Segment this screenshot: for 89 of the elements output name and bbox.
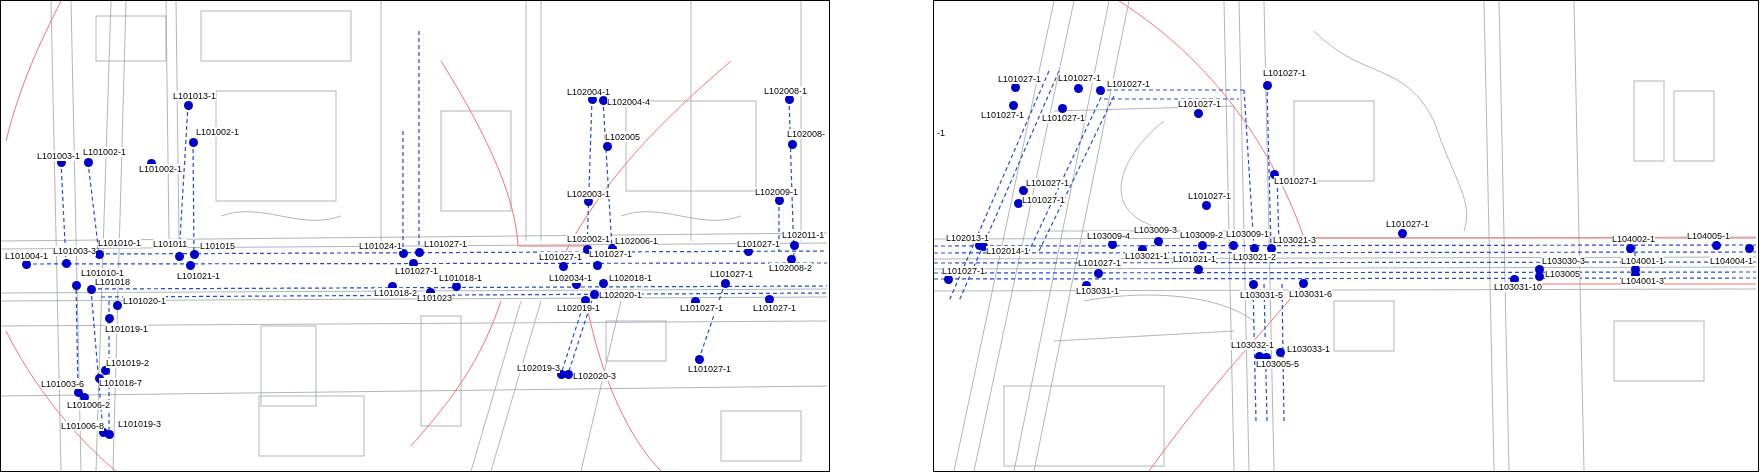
- point-label: L101002-1: [139, 164, 183, 174]
- point-label: L103031-1: [1076, 286, 1120, 296]
- point-label: L101027-1: [424, 239, 468, 249]
- point-label: L101027-1: [1022, 195, 1066, 205]
- point-label: L101027-1: [1274, 176, 1318, 186]
- point-label: L101027-1: [1026, 178, 1070, 188]
- point-label: -1: [937, 128, 945, 138]
- point-label: L101020-1: [123, 296, 167, 306]
- point-label: L101027-1: [1078, 258, 1122, 268]
- point-label: L103005-5: [1256, 359, 1300, 369]
- point-label: L101027-1: [1263, 68, 1307, 78]
- point-label: L103021-2: [1233, 252, 1277, 262]
- point-label: L104002-1: [1612, 234, 1656, 244]
- point-label: L101027-1: [688, 364, 732, 374]
- point-label: L102020-1: [599, 290, 643, 300]
- point-label: L101018-2: [374, 288, 418, 298]
- point-label: L101011: [153, 239, 188, 249]
- point-label: L103005: [1545, 269, 1581, 279]
- point-label: L102008-1: [764, 86, 808, 96]
- point-label: L102005: [605, 132, 641, 142]
- point-label: L101018-1: [439, 273, 483, 283]
- point-label: L101024-1: [359, 241, 403, 251]
- point-label: L101019-2: [106, 358, 150, 368]
- point-label: L103031-10: [1494, 282, 1543, 292]
- point-label: L102004-1: [567, 87, 611, 97]
- point-label: L101023: [417, 293, 453, 303]
- point-label: L103021-3: [1273, 235, 1317, 245]
- point-label: L101019-1: [105, 324, 149, 334]
- point-label: L101018: [95, 277, 131, 287]
- point-label: L102013-1: [946, 233, 990, 243]
- point-label: L101027-1: [589, 249, 633, 259]
- point-label: L103009-3: [1134, 225, 1178, 235]
- point-label: L101003-1: [37, 151, 81, 161]
- point-label: L102011-1: [782, 230, 825, 240]
- point-label: L102004-4: [607, 97, 651, 107]
- point-label: L103009-2: [1180, 230, 1224, 240]
- point-label: L101027-1: [1178, 99, 1222, 109]
- point-label: L104001-1: [1621, 256, 1665, 266]
- point-label: L103021-1: [1125, 251, 1169, 261]
- point-label: L101027-1: [1042, 113, 1086, 123]
- point-label: L101006-2: [67, 400, 111, 410]
- point-label: L101027-1: [395, 266, 439, 276]
- point-label: L101018-7: [99, 378, 143, 388]
- point-label: L101027-1: [1058, 73, 1102, 83]
- point-label: L101010-1: [98, 238, 142, 248]
- point-label: L101004-1: [5, 251, 49, 261]
- point-label: L104001-3: [1621, 276, 1665, 286]
- point-label: L103009-4: [1087, 231, 1131, 241]
- point-label: L101027-1: [998, 74, 1042, 84]
- point-label: L103031-6: [1289, 289, 1333, 299]
- point-label: L102008-2: [769, 263, 813, 273]
- point-label: L102006-1: [615, 236, 659, 246]
- point-label: L101027-1: [942, 266, 986, 276]
- point-label: L104004-1: [1710, 256, 1754, 266]
- point-label: L102008-: [787, 129, 826, 139]
- point-label: L101027-1: [539, 252, 583, 262]
- point-label: L103031-5: [1240, 290, 1284, 300]
- point-label: L101021-1: [177, 271, 221, 281]
- point-label: L104005-1: [1687, 231, 1731, 241]
- point-label: L101002-1: [83, 147, 127, 157]
- point-label: L101027-1: [710, 269, 754, 279]
- point-label: L101027-1: [680, 303, 724, 313]
- point-label: L103033-1: [1287, 344, 1331, 354]
- point-label: L101027-1: [981, 110, 1025, 120]
- point-label: L101013-1: [173, 91, 217, 101]
- point-label: L101027-1: [1107, 79, 1151, 89]
- point-label: L101021-1: [1173, 254, 1217, 264]
- point-label: L103030-3: [1542, 256, 1586, 266]
- point-label: L102002-1: [567, 234, 611, 244]
- point-label: L101006-8: [61, 421, 105, 431]
- point-label: L101019-3: [118, 419, 162, 429]
- point-label: L101027-1: [737, 239, 781, 249]
- point-label: L101015: [200, 241, 236, 251]
- point-label: L101027-1: [1386, 219, 1430, 229]
- point-label: L101027-1: [753, 303, 797, 313]
- point-label: L101027-1: [1188, 191, 1232, 201]
- point-label: L101003-3: [53, 246, 97, 256]
- point-label: L102009-1: [755, 187, 799, 197]
- point-label: L101002-1: [196, 127, 240, 137]
- point-label: L102020-3: [573, 371, 617, 381]
- point-label: L102003-1: [567, 189, 611, 199]
- point-label: L101003-6: [41, 379, 85, 389]
- point-label: L103032-1: [1231, 340, 1275, 350]
- point-label: L102034-1: [549, 273, 593, 283]
- point-label: L102018-1: [609, 273, 653, 283]
- point-label: L103009-1: [1226, 229, 1270, 239]
- point-label: L102014-1: [986, 246, 1030, 256]
- point-label: L102019-1: [557, 303, 601, 313]
- point-label: L102019-3: [517, 363, 561, 373]
